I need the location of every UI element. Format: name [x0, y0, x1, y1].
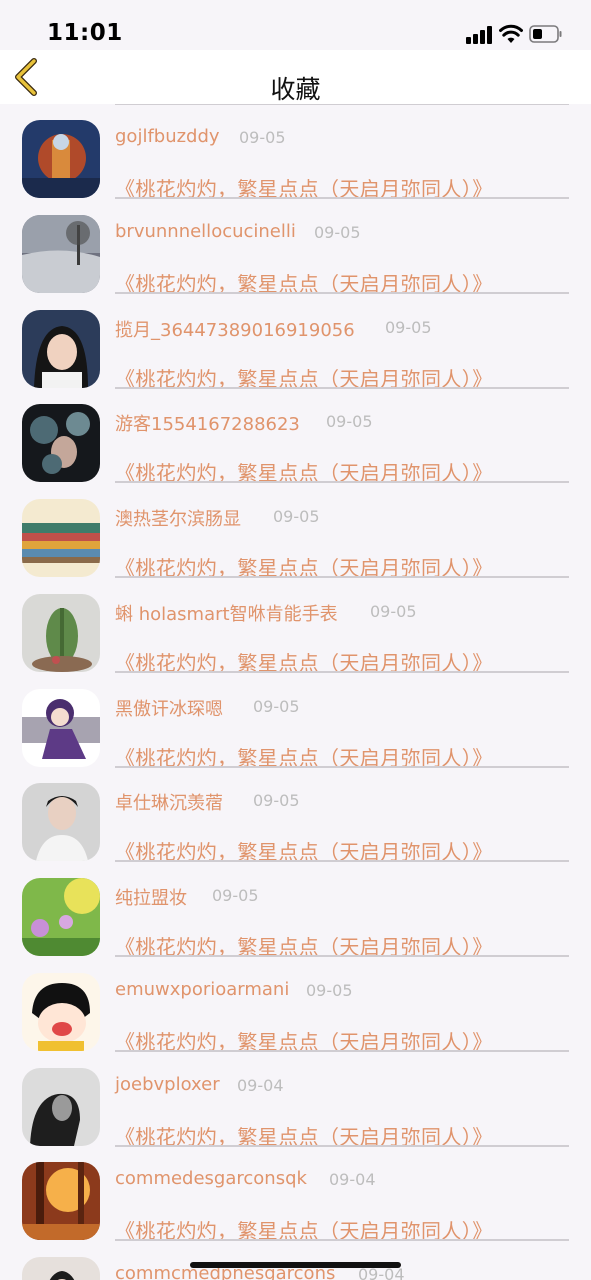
status-time: 11:01: [47, 20, 123, 46]
list-item[interactable]: 纯拉盟妆 09-05 《桃花灼灼，繁星点点（天启月弥同人）》: [0, 844, 591, 959]
item-date: 09-05: [239, 128, 286, 147]
item-date: 09-05: [253, 791, 300, 811]
page-title: 收藏: [270, 75, 321, 104]
item-date: 09-05: [273, 507, 320, 526]
item-name: joebvploxer: [115, 1073, 220, 1095]
favorites-list: gojlfbuzddy 09-05 《桃花灼灼，繁星点点（天启月弥同人）》 br…: [0, 86, 591, 1280]
list-item[interactable]: 卓仕琳沉羡蓿 09-05 《桃花灼灼，繁星点点（天启月弥同人）》: [0, 749, 591, 864]
item-name: 游客1554167288623: [115, 414, 300, 436]
item-name: gojlfbuzddy: [115, 126, 220, 147]
item-name: emuwxporioarmani: [115, 978, 290, 1000]
item-date: 09-05: [326, 412, 373, 432]
home-indicator[interactable]: [190, 1262, 401, 1268]
item-name: commedesgarconsqk: [115, 1168, 307, 1190]
list-item[interactable]: commedesgarconsqk 09-04 《桃花灼灼，繁星点点（天启月弥同…: [0, 1128, 591, 1243]
list-item[interactable]: 澳热茎尔滨肠显 09-05 《桃花灼灼，繁星点点（天启月弥同人）》: [0, 465, 591, 580]
item-name: 揽月_3644738901691905​6: [115, 319, 355, 341]
item-name: 蝌 holasmart智咻肯能手表: [115, 603, 338, 625]
list-item[interactable]: emuwxporioarmani 09-05 《桃花灼灼，繁星点点（天启月弥同人…: [0, 939, 591, 1054]
nav-bar: 收藏: [0, 50, 591, 104]
item-name: 澳热茎尔滨肠显: [115, 509, 241, 530]
status-bar: 11:01: [0, 0, 591, 50]
item-date: 09-05: [385, 317, 432, 337]
list-item[interactable]: joebvploxer 09-04 《桃花灼灼，繁星点点（天启月弥同人）》: [0, 1034, 591, 1149]
list-item[interactable]: brvunnnellocucinelli 09-05 《桃花灼灼，繁星点点（天启…: [0, 181, 591, 296]
list-item[interactable]: 揽月_3644738901691905​6 09-05 《桃花灼灼，繁星点点（天…: [0, 276, 591, 391]
list-item[interactable]: commcmedpnesgarcons 09-04: [0, 1223, 591, 1280]
list-item[interactable]: 蝌 holasmart智咻肯能手表 09-05 《桃花灼灼，繁星点点（天启月弥同…: [0, 560, 591, 675]
item-name: brvunnnellocucinelli: [115, 220, 296, 242]
item-name: 黑傲讦冰琛嗯: [115, 698, 223, 720]
avatar: [22, 1257, 100, 1280]
item-date: 09-05: [306, 980, 353, 1000]
item-date: 09-04: [237, 1075, 284, 1095]
item-name: 纯拉盟妆: [115, 888, 187, 909]
battery-icon: [529, 25, 562, 43]
item-name: 卓仕琳沉羡蓿: [115, 793, 223, 815]
item-date: 09-05: [314, 222, 361, 242]
wifi-icon: [499, 24, 523, 43]
item-date: 09-05: [253, 696, 300, 716]
item-date: 09-05: [212, 886, 259, 905]
item-date: 09-04: [329, 1170, 376, 1190]
cellular-signal-icon: [466, 26, 492, 44]
list-item[interactable]: 黑傲讦冰琛嗯 09-05 《桃花灼灼，繁星点点（天启月弥同人）》: [0, 655, 591, 770]
item-date: 09-05: [370, 601, 417, 621]
list-item[interactable]: 游客1554167288623 09-05 《桃花灼灼，繁星点点（天启月弥同人）…: [0, 370, 591, 485]
